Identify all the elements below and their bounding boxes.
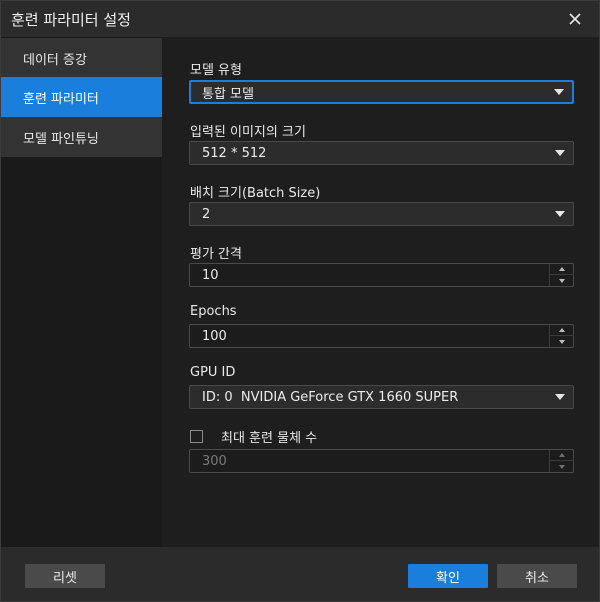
max-objects-label: 최대 훈련 물체 수 bbox=[221, 431, 318, 446]
eval-interval-label: 평가 간격 bbox=[190, 247, 242, 262]
max-objects-input[interactable] bbox=[190, 450, 545, 472]
arrow-up-icon bbox=[559, 453, 565, 457]
eval-interval-decrement[interactable] bbox=[550, 275, 574, 286]
epochs-label: Epochs bbox=[190, 304, 237, 319]
arrow-up-icon bbox=[559, 328, 565, 332]
title-bar: 훈련 파라미터 설정 bbox=[1, 1, 599, 37]
gpu-id-label: GPU ID bbox=[190, 365, 236, 380]
sidebar-item-label: 훈련 파라미터 bbox=[23, 91, 99, 107]
chevron-down-icon bbox=[555, 394, 565, 400]
spin-buttons bbox=[549, 450, 574, 472]
confirm-button[interactable]: 확인 bbox=[408, 564, 488, 588]
spin-buttons bbox=[549, 264, 574, 286]
max-objects-decrement[interactable] bbox=[550, 461, 574, 472]
batch-size-select[interactable]: 2 bbox=[189, 202, 574, 226]
close-icon bbox=[569, 13, 581, 25]
arrow-up-icon bbox=[559, 267, 565, 271]
close-button[interactable] bbox=[565, 9, 585, 29]
chevron-down-icon bbox=[555, 211, 565, 217]
sidebar-item-data-augmentation[interactable]: 데이터 증강 bbox=[1, 38, 162, 78]
max-objects-row: 최대 훈련 물체 수 bbox=[190, 427, 317, 446]
epochs-increment[interactable] bbox=[550, 325, 574, 336]
epochs-input[interactable] bbox=[190, 325, 545, 347]
sidebar-item-training-params[interactable]: 훈련 파라미터 bbox=[1, 77, 162, 117]
spin-buttons bbox=[549, 325, 574, 347]
gpu-id-select[interactable]: ID: 0 NVIDIA GeForce GTX 1660 SUPER bbox=[189, 385, 574, 409]
max-objects-spinbox bbox=[189, 449, 574, 473]
arrow-down-icon bbox=[559, 464, 565, 469]
settings-panel: 모델 유형 통합 모델 입력된 이미지의 크기 512 * 512 배치 크기(… bbox=[162, 37, 599, 547]
arrow-down-icon bbox=[559, 339, 565, 344]
window-title: 훈련 파라미터 설정 bbox=[11, 11, 131, 29]
batch-size-value: 2 bbox=[202, 206, 211, 222]
epochs-spinbox bbox=[189, 324, 574, 348]
input-size-value: 512 * 512 bbox=[202, 145, 267, 161]
input-size-label: 입력된 이미지의 크기 bbox=[190, 125, 306, 140]
reset-button[interactable]: 리셋 bbox=[25, 564, 105, 588]
sidebar: 데이터 증강 훈련 파라미터 모델 파인튜닝 bbox=[1, 37, 162, 547]
training-params-dialog: 훈련 파라미터 설정 데이터 증강 훈련 파라미터 모델 파인튜닝 모델 유형 … bbox=[0, 0, 600, 602]
eval-interval-increment[interactable] bbox=[550, 264, 574, 275]
epochs-decrement[interactable] bbox=[550, 336, 574, 347]
arrow-down-icon bbox=[559, 278, 565, 283]
sidebar-item-model-finetuning[interactable]: 모델 파인튜닝 bbox=[1, 117, 162, 157]
max-objects-checkbox[interactable] bbox=[190, 430, 203, 443]
input-size-select[interactable]: 512 * 512 bbox=[189, 141, 574, 165]
model-type-select[interactable]: 통합 모델 bbox=[189, 80, 574, 104]
chevron-down-icon bbox=[554, 89, 564, 95]
model-type-value: 통합 모델 bbox=[202, 86, 254, 102]
dialog-footer: 리셋 확인 취소 bbox=[1, 547, 599, 601]
gpu-id-value: ID: 0 NVIDIA GeForce GTX 1660 SUPER bbox=[202, 389, 459, 405]
cancel-button[interactable]: 취소 bbox=[497, 564, 577, 588]
batch-size-label: 배치 크기(Batch Size) bbox=[190, 186, 321, 201]
max-objects-increment[interactable] bbox=[550, 450, 574, 461]
chevron-down-icon bbox=[555, 150, 565, 156]
model-type-label: 모델 유형 bbox=[190, 63, 242, 78]
eval-interval-spinbox bbox=[189, 263, 574, 287]
eval-interval-input[interactable] bbox=[190, 264, 545, 286]
sidebar-item-label: 모델 파인튜닝 bbox=[23, 131, 99, 147]
sidebar-item-label: 데이터 증강 bbox=[23, 52, 87, 68]
